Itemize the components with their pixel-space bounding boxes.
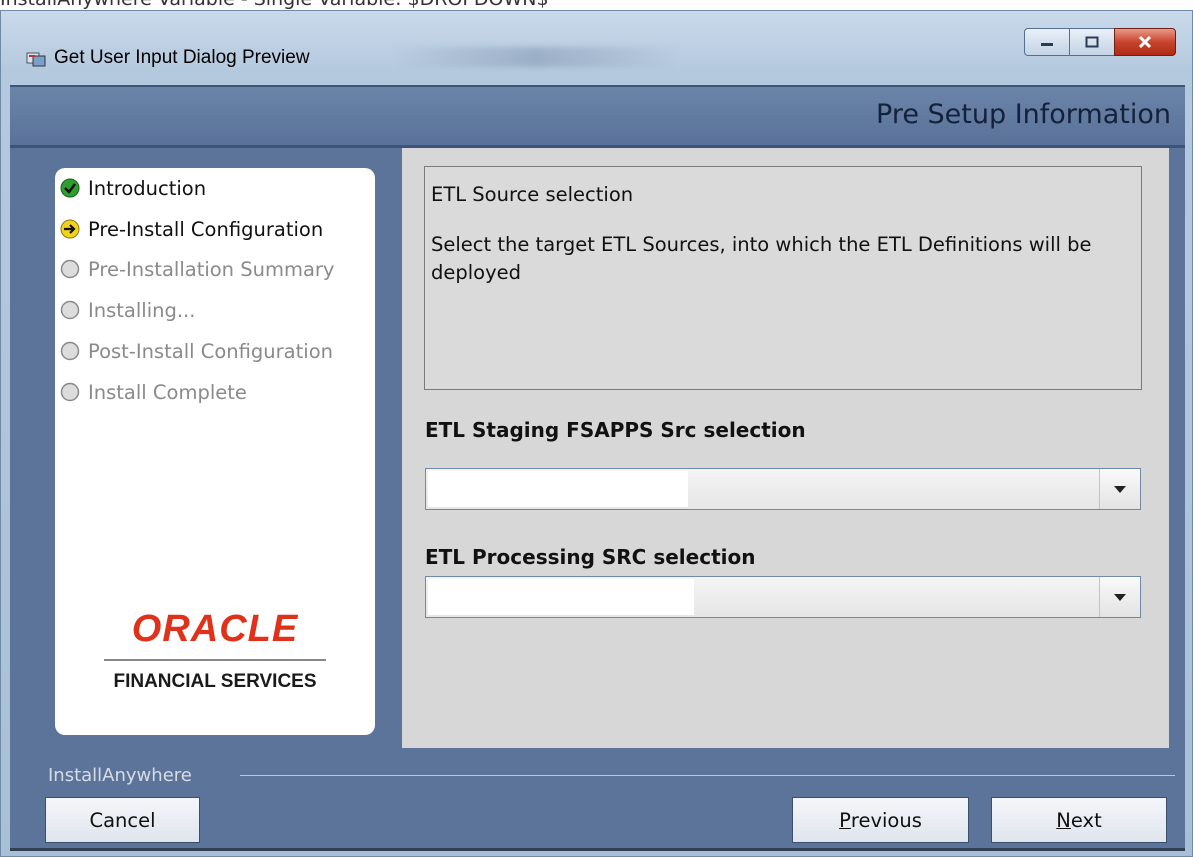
blurred-title-region [391, 47, 681, 67]
step-install-complete: Install Complete [60, 377, 247, 407]
chevron-down-icon [1114, 594, 1126, 601]
dropdown-arrow-button[interactable] [1099, 577, 1140, 617]
background-window-title-strip: InstallAnywhere Variable - Single Variab… [0, 0, 1193, 10]
dropdown-value [428, 579, 694, 615]
step-label: Install Complete [88, 380, 247, 404]
installer-window: Get User Input Dialog Preview Pre Setup … [0, 10, 1193, 857]
step-label: Installing... [88, 298, 196, 322]
close-button[interactable] [1114, 28, 1176, 56]
etl-processing-label: ETL Processing SRC selection [425, 545, 756, 569]
dropdown-value [428, 471, 688, 507]
chevron-down-icon [1114, 486, 1126, 493]
logo-brand: ORACLE [131, 608, 299, 650]
logo-subtitle: FINANCIAL SERVICES [113, 671, 317, 692]
circle-icon [60, 382, 80, 402]
description-box: ETL Source selection Select the target E… [424, 166, 1142, 390]
close-icon [1138, 35, 1152, 49]
step-label: Introduction [88, 176, 207, 200]
arrow-right-icon [60, 219, 80, 239]
background-window-title: InstallAnywhere Variable - Single Variab… [0, 0, 549, 10]
next-button[interactable]: Next [991, 797, 1167, 843]
checkmark-icon [60, 178, 80, 198]
page-title: Pre Setup Information [876, 99, 1171, 130]
step-installing: Installing... [60, 295, 195, 325]
previous-button[interactable]: Previous [792, 797, 969, 843]
step-post-install-configuration: Post-Install Configuration [60, 336, 333, 366]
step-introduction: Introduction [60, 173, 206, 203]
maximize-icon [1085, 36, 1099, 48]
maximize-button[interactable] [1069, 28, 1115, 56]
logo-divider [104, 659, 326, 661]
window-controls [1024, 28, 1176, 56]
content-panel: ETL Source selection Select the target E… [402, 148, 1169, 748]
etl-processing-dropdown[interactable] [425, 576, 1141, 618]
description-body: Select the target ETL Sources, into whic… [431, 233, 1092, 284]
dropdown-arrow-button[interactable] [1099, 469, 1140, 509]
installanywhere-label: InstallAnywhere [48, 765, 192, 786]
step-label: Pre-Install Configuration [88, 217, 324, 241]
circle-icon [60, 341, 80, 361]
dialog-bottom-edge [10, 848, 1185, 851]
minimize-button[interactable] [1024, 28, 1070, 56]
steps-panel: Introduction Pre-Install Configuration P… [55, 168, 375, 735]
footer-divider [240, 775, 1175, 776]
circle-icon [60, 259, 80, 279]
circle-icon [60, 300, 80, 320]
title-bar[interactable]: Get User Input Dialog Preview [1, 11, 1192, 85]
minimize-icon [1041, 43, 1053, 46]
step-pre-install-configuration: Pre-Install Configuration [60, 214, 323, 244]
installer-app-icon [26, 52, 46, 67]
step-label: Post-Install Configuration [88, 339, 333, 363]
step-label: Pre-Installation Summary [88, 257, 335, 281]
description-heading: ETL Source selection [431, 183, 634, 206]
window-title: Get User Input Dialog Preview [54, 47, 310, 68]
oracle-logo: ORACLE FINANCIAL SERVICES [55, 608, 375, 693]
installer-dialog: Pre Setup Information Introduction Pre-I… [10, 85, 1185, 851]
step-pre-installation-summary: Pre-Installation Summary [60, 254, 334, 284]
etl-staging-label: ETL Staging FSAPPS Src selection [425, 418, 806, 442]
cancel-button[interactable]: Cancel [45, 797, 200, 843]
dialog-header: Pre Setup Information [10, 85, 1185, 145]
etl-staging-dropdown[interactable] [425, 468, 1141, 510]
